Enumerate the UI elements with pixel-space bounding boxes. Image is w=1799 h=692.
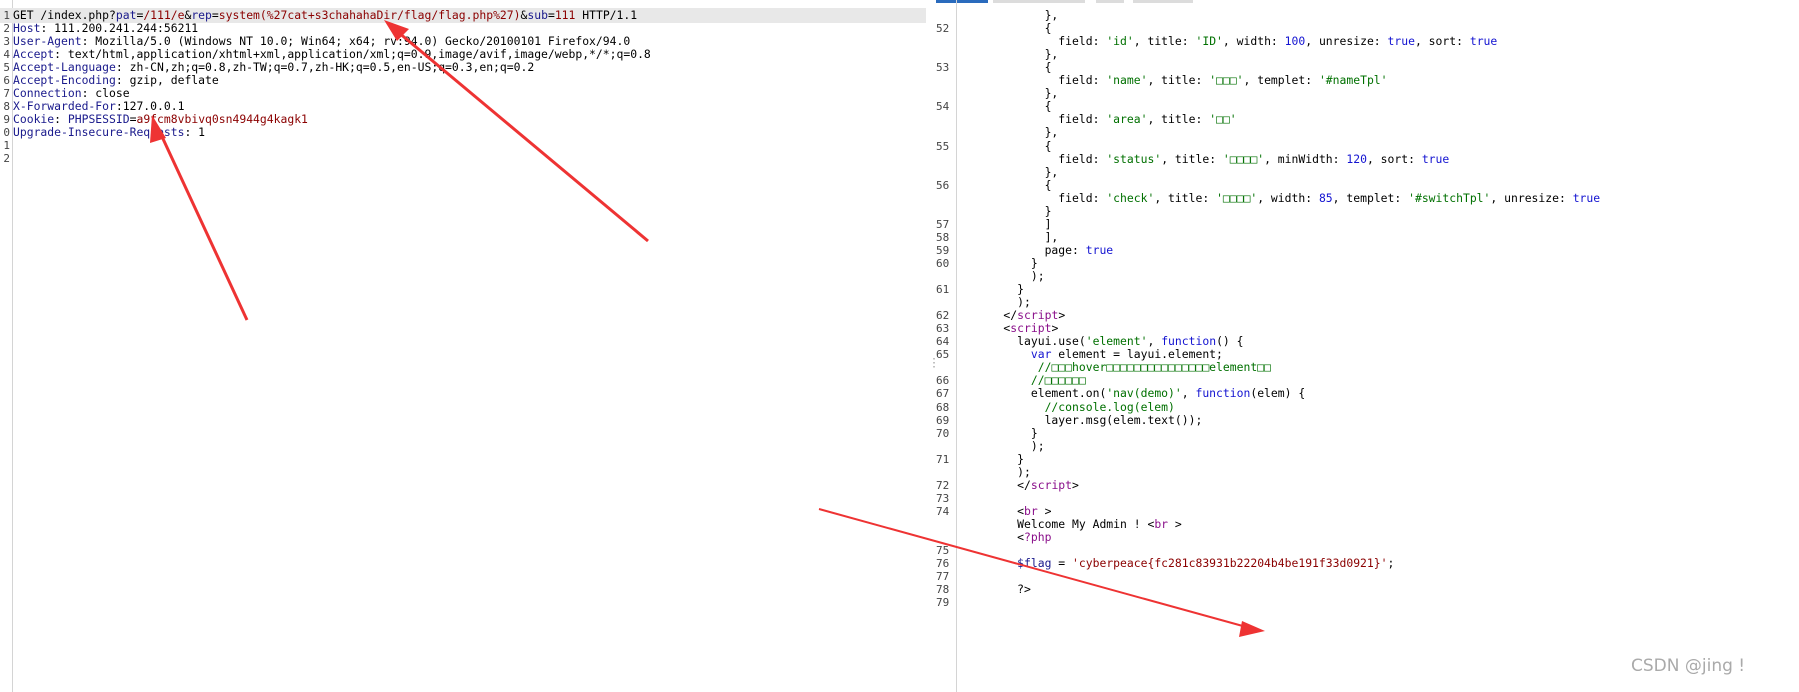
request-line: 2 [0,151,926,166]
request-editor[interactable]: 1 GET /index.php?pat=/111/e&rep=system(%2… [0,0,926,692]
response-tab[interactable] [993,0,1085,3]
response-tab[interactable] [1133,0,1193,3]
response-line: 79 [936,595,1799,610]
pane-splitter[interactable] [926,0,936,692]
csdn-watermark: CSDN @jing ! [1631,656,1746,676]
splitter-grip-icon[interactable]: · · · [931,355,937,373]
response-editor[interactable]: }, 52 { field: 'id', title: 'ID', width: … [936,0,1799,692]
line-number: 79 [936,596,950,610]
line-number: 2 [3,152,10,165]
response-tab[interactable] [1096,0,1124,3]
